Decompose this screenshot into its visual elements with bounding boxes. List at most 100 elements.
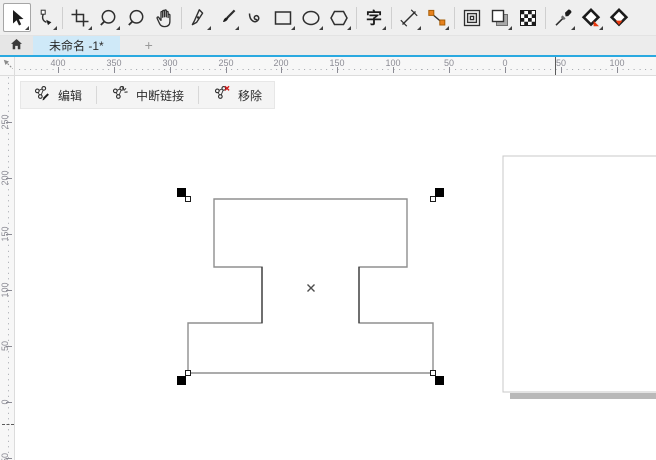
fill_corner-icon — [581, 7, 601, 26]
toolbar-separator — [356, 6, 357, 29]
toolbar-separator — [545, 6, 546, 29]
h-ruler-major-tick — [226, 67, 227, 73]
tab-bar: 未命名 -1* + — [0, 36, 656, 55]
pen-icon — [191, 8, 204, 25]
horizontal-ruler-minor-ticks — [0, 69, 656, 70]
h-ruler-major-tick — [393, 67, 394, 73]
remove-symbol-button-label: 移除 — [238, 88, 263, 103]
rect-icon — [274, 10, 292, 25]
home-tab-button[interactable] — [0, 36, 33, 55]
v-ruler-major-tick — [6, 178, 12, 179]
document-tab-label: 未命名 -1* — [49, 39, 104, 53]
paintbrush-tool[interactable] — [213, 3, 241, 32]
page-shadow — [510, 393, 656, 399]
pick-icon — [13, 9, 24, 25]
break-link-button-label: 中断链接 — [136, 88, 185, 103]
selection-handle[interactable] — [435, 376, 444, 385]
v-ruler-major-tick — [6, 346, 12, 347]
document-tab[interactable]: 未命名 -1* — [33, 36, 120, 55]
page — [502, 155, 656, 393]
v-ruler-major-tick — [6, 290, 12, 291]
edit-symbol-button[interactable]: 编辑 — [23, 83, 92, 107]
polygon-icon — [330, 10, 348, 25]
ruler-origin[interactable] — [0, 57, 15, 76]
edit-symbol-button-label: 编辑 — [58, 88, 83, 103]
fill_center-icon — [609, 7, 629, 26]
new-tab-button[interactable]: + — [134, 36, 164, 55]
zoom-alt-tool[interactable] — [122, 3, 150, 32]
contour-tool[interactable] — [458, 3, 486, 32]
contour-icon — [463, 9, 481, 26]
dimension-tool[interactable] — [395, 3, 423, 32]
pen-tool[interactable] — [185, 3, 213, 32]
dimension-icon — [400, 8, 418, 27]
crop-tool[interactable] — [66, 3, 94, 32]
h-ruler-major-tick — [617, 67, 618, 73]
v-ruler-major-tick — [6, 234, 12, 235]
selection-handle[interactable] — [177, 376, 186, 385]
zoom-icon — [100, 9, 116, 26]
vertical-ruler[interactable]: 250 200 150 100 50 0 50 — [0, 76, 15, 460]
symbol-shape[interactable] — [187, 198, 434, 374]
eyedropper-tool[interactable] — [549, 3, 577, 32]
break-link-button[interactable]: 中断链接 — [101, 83, 194, 107]
h-ruler-major-tick — [114, 67, 115, 73]
bspline-tool[interactable] — [241, 3, 269, 32]
h-ruler-major-tick — [561, 67, 562, 73]
shape-icon — [40, 9, 52, 25]
home-icon — [9, 37, 24, 55]
toolbar-separator — [454, 6, 455, 29]
text-tool[interactable]: 字 — [360, 3, 388, 32]
transparency-tool[interactable] — [514, 3, 542, 32]
break-link-icon — [111, 84, 130, 106]
pick-tool[interactable] — [3, 3, 31, 32]
smart-fill-tool[interactable] — [605, 3, 633, 32]
rectangle-tool[interactable] — [269, 3, 297, 32]
ruler-origin-icon — [1, 57, 14, 75]
context-toolbar-separator — [198, 86, 200, 104]
h-ruler-major-tick — [58, 67, 59, 73]
selection-node — [430, 370, 436, 376]
h-ruler-major-tick — [337, 67, 338, 73]
selection-node — [430, 196, 436, 202]
zoom-tool[interactable] — [94, 3, 122, 32]
selection-handle[interactable] — [435, 188, 444, 197]
main-toolbar: 字 — [0, 0, 656, 36]
h-ruler-major-tick — [505, 67, 506, 73]
v-ruler-mouse-indicator — [2, 424, 14, 425]
edit-symbol-icon — [33, 84, 52, 106]
connector-tool[interactable] — [423, 3, 451, 32]
selection-node — [185, 370, 191, 376]
v-ruler-major-tick — [6, 402, 12, 403]
remove-symbol-icon — [213, 84, 232, 106]
selection-node — [185, 196, 191, 202]
h-ruler-major-tick — [281, 67, 282, 73]
shape-tool[interactable] — [31, 3, 59, 32]
eyedropper-icon — [555, 9, 572, 26]
horizontal-ruler[interactable]: 400 350 300 250 200 150 100 50 0 50 100 — [0, 57, 656, 76]
crop-icon — [71, 9, 89, 26]
drawing-canvas[interactable] — [15, 76, 656, 460]
symbol-context-toolbar: 编辑 中断链接 移除 — [20, 81, 276, 109]
brush-icon — [223, 9, 236, 22]
h-ruler-major-tick — [170, 67, 171, 73]
drop-shadow-tool[interactable] — [486, 3, 514, 32]
hand-icon — [156, 8, 171, 27]
svg-text:字: 字 — [366, 8, 382, 27]
pan-tool[interactable] — [150, 3, 178, 32]
toolbar-separator — [391, 6, 392, 29]
interactive-fill-tool[interactable] — [577, 3, 605, 32]
polygon-tool[interactable] — [325, 3, 353, 32]
text-icon: 字 — [366, 8, 382, 27]
toolbar-separator — [181, 6, 182, 29]
selection-handle[interactable] — [177, 188, 186, 197]
shadow-icon — [491, 9, 508, 26]
remove-symbol-button[interactable]: 移除 — [203, 83, 272, 107]
spline-icon — [248, 12, 260, 22]
context-toolbar-separator — [96, 86, 98, 104]
connector-icon — [428, 9, 446, 25]
ellipse-tool[interactable] — [297, 3, 325, 32]
zoom-icon — [128, 9, 144, 26]
v-ruler-major-tick — [6, 122, 12, 123]
selection-center-mark[interactable] — [307, 284, 315, 292]
